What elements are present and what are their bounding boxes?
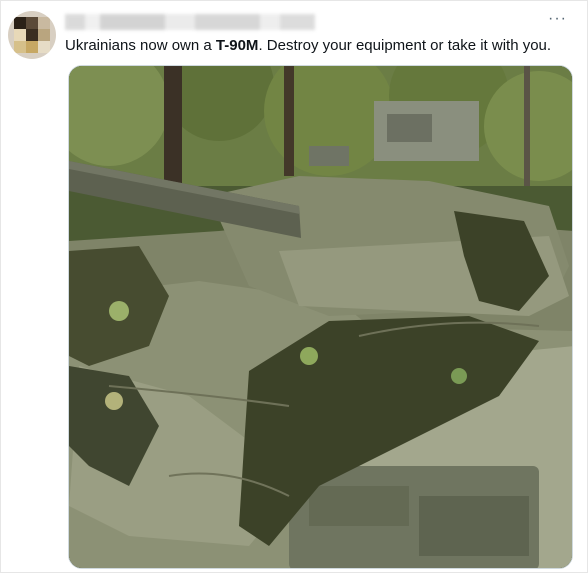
author-name-redacted[interactable] <box>65 14 315 30</box>
tank-photo-illustration <box>69 66 572 568</box>
tweet-card: ··· Ukrainians now own a T-90M. Destroy … <box>0 0 588 573</box>
tweet-text: Ukrainians now own a T-90M. Destroy your… <box>65 36 570 56</box>
tweet-text-post: . Destroy your equipment or take it with… <box>258 37 552 54</box>
tweet-text-pre: Ukrainians now own a <box>65 37 216 54</box>
avatar[interactable] <box>8 11 56 59</box>
tweet-text-bold: T-90M <box>215 37 259 54</box>
tweet-photo[interactable] <box>68 65 573 569</box>
more-options-icon[interactable]: ··· <box>548 11 567 27</box>
